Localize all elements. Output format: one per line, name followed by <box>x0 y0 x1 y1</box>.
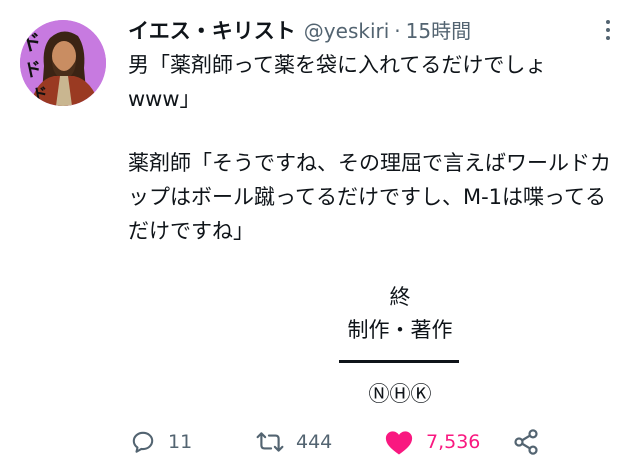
separator-dot: · <box>394 19 401 43</box>
retweet-count: 444 <box>296 431 333 453</box>
jesus-portrait-image: ド ド ド <box>20 20 106 106</box>
timestamp[interactable]: 15時間 <box>406 14 471 48</box>
action-bar: 11 444 7,536 <box>0 420 640 464</box>
network-logo: ⓃⒽⓀ <box>368 382 432 406</box>
like-button[interactable]: 7,536 <box>384 420 480 464</box>
share-icon <box>514 429 538 455</box>
retweet-button[interactable]: 444 <box>256 420 332 464</box>
production-credit: 制作・著作 <box>347 318 453 342</box>
like-count: 7,536 <box>426 431 481 453</box>
reply-button[interactable]: 11 <box>130 420 192 464</box>
svg-text:ド: ド <box>31 83 50 104</box>
user-handle[interactable]: @yeskiri <box>304 14 389 48</box>
more-vertical-icon[interactable] <box>598 16 618 44</box>
reply-icon <box>132 431 154 453</box>
reply-count: 11 <box>168 431 193 453</box>
tweet-paragraph-2: 薬剤師「そうですね、その理屈で言えばワールドカップはボール蹴ってるだけですし、M… <box>128 151 611 243</box>
end-mark: 終 <box>389 285 411 309</box>
share-button[interactable] <box>512 420 540 464</box>
tweet-header: イエス・キリスト @yeskiri · 15時間 <box>128 14 471 48</box>
tweet: ド ド ド イエス・キリスト @yeskiri · 15時間 男「薬剤師って薬を… <box>0 0 640 471</box>
tweet-line-2: www」 <box>128 87 201 111</box>
tweet-body: 男「薬剤師って薬を袋に入れてるだけでしょ www」 <box>128 48 624 116</box>
display-name[interactable]: イエス・キリスト <box>128 14 296 48</box>
heart-filled-icon <box>385 431 413 455</box>
retweet-icon <box>256 432 284 452</box>
tweet-line-1: 男「薬剤師って薬を袋に入れてるだけでしょ <box>128 53 547 77</box>
avatar[interactable]: ド ド ド <box>20 20 106 106</box>
divider-line <box>339 360 459 363</box>
